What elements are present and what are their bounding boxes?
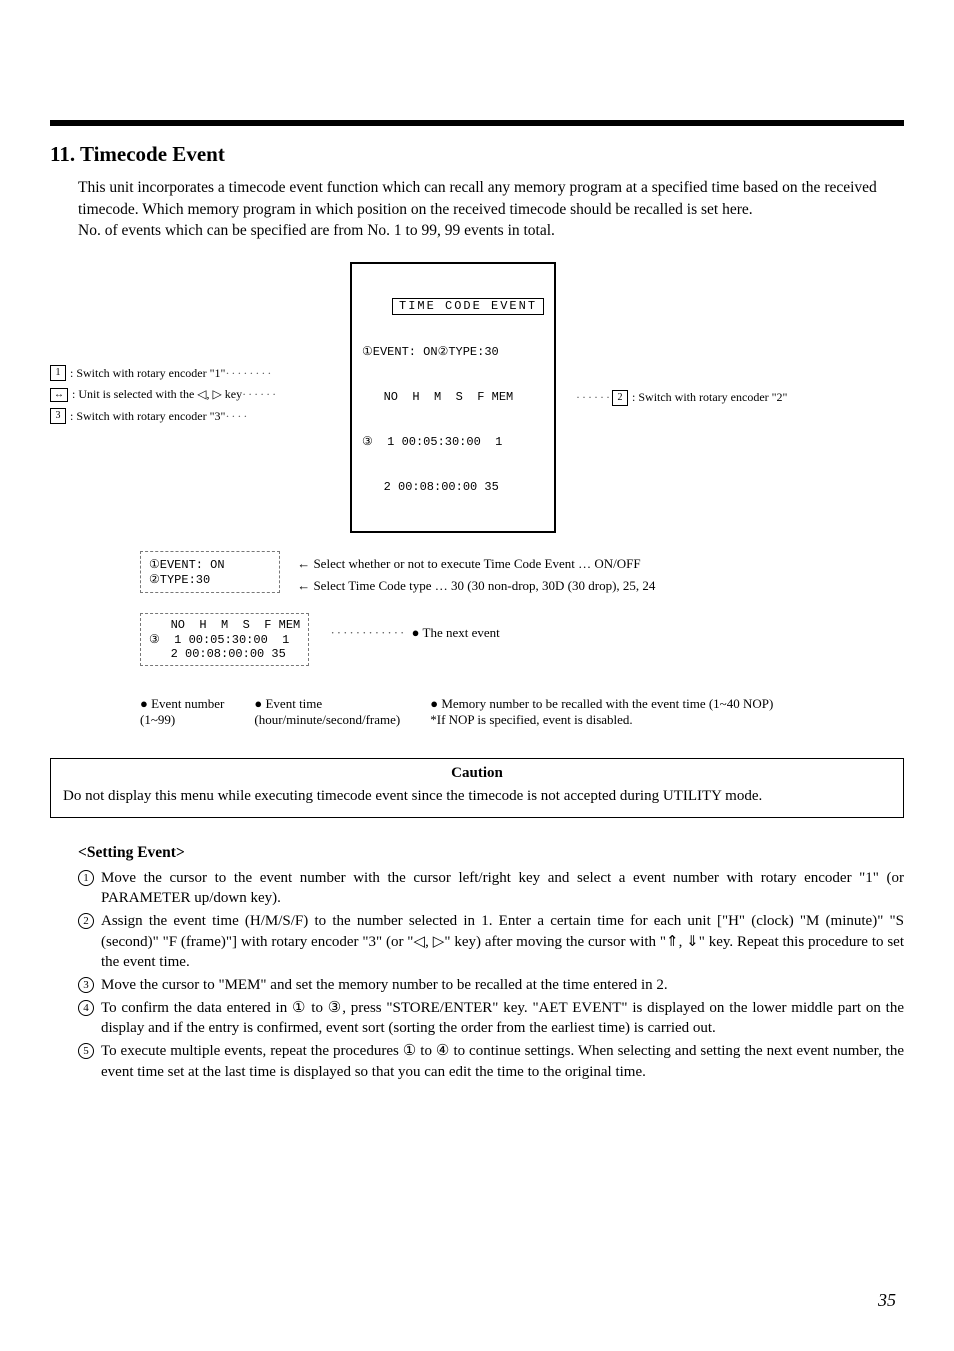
box-type-line: ②TYPE:30 [149, 573, 210, 587]
caution-box: Caution Do not display this menu while e… [50, 758, 904, 817]
circled-3-icon: 3 [78, 977, 94, 993]
step-5: 5To execute multiple events, repeat the … [78, 1041, 904, 1082]
evt-row2: 2 00:08:00:00 35 [149, 647, 286, 661]
label-enc3: : Switch with rotary encoder "3" [70, 409, 225, 424]
b-evttime2: (hour/minute/second/frame) [254, 712, 400, 728]
screen-row1: ③ 1 00:05:30:00 1 [362, 435, 544, 450]
evt-header: NO H M S F MEM [149, 618, 300, 632]
b-mem2: *If NOP is specified, event is disabled. [430, 712, 773, 728]
box-1-icon: 1 [50, 365, 66, 381]
b-mem1: ● Memory number to be recalled with the … [430, 696, 773, 712]
circled-1-icon: 1 [78, 870, 94, 886]
circled-2-icon: 2 [78, 913, 94, 929]
left-callouts: 1: Switch with rotary encoder "1" ······… [50, 365, 350, 430]
bullet-legend: ● Event number (1~99) ● Event time (hour… [140, 696, 904, 728]
step-1: 1Move the cursor to the event number wit… [78, 868, 904, 909]
screen-title: TIME CODE EVENT [392, 298, 544, 315]
screen-line1: ①EVENT: ON②TYPE:30 [362, 345, 544, 360]
step-3: 3Move the cursor to "MEM" and set the me… [78, 975, 904, 996]
steps-list: 1Move the cursor to the event number wit… [78, 868, 904, 1083]
label-arrow: : Unit is selected with the ◁, ▷ key [72, 387, 242, 402]
explain-event: ← Select whether or not to execute Time … [297, 553, 655, 575]
intro-p2: No. of events which can be specified are… [78, 220, 904, 242]
step-4: 4To confirm the data entered in ① to ③, … [78, 998, 904, 1039]
intro-p1: This unit incorporates a timecode event … [78, 177, 904, 220]
box-event-line: ①EVENT: ON [149, 558, 225, 572]
right-callout: ······ 2: Switch with rotary encoder "2" [576, 390, 787, 406]
page-number: 35 [878, 1290, 896, 1311]
event-type-explain: ← Select whether or not to execute Time … [297, 553, 655, 597]
circled-5-icon: 5 [78, 1043, 94, 1059]
section-heading: 11. Timecode Event [50, 142, 904, 167]
intro-block: This unit incorporates a timecode event … [50, 177, 904, 242]
b-evtnum2: (1~99) [140, 712, 224, 728]
next-event-label: ● The next event [412, 625, 500, 640]
lr-arrow-icon: ↔ [50, 388, 68, 402]
event-type-box: ①EVENT: ON ②TYPE:30 [140, 551, 280, 593]
b-evtnum1: ● Event number [140, 696, 224, 712]
explain-type: ← Select Time Code type … 30 (30 non-dro… [297, 575, 655, 597]
box-2-icon: 2 [612, 390, 628, 406]
diagram-area: 1: Switch with rotary encoder "1" ······… [50, 262, 904, 728]
screen-mockup: TIME CODE EVENT ①EVENT: ON②TYPE:30 NO H … [350, 262, 556, 533]
step-2: 2Assign the event time (H/M/S/F) to the … [78, 911, 904, 973]
screen-header: NO H M S F MEM [362, 390, 544, 405]
caution-title: Caution [63, 765, 891, 782]
circled-4-icon: 4 [78, 1000, 94, 1016]
event-rows-box: NO H M S F MEM ③ 1 00:05:30:00 1 2 00:08… [140, 613, 309, 666]
horizontal-rule [50, 120, 904, 126]
caution-text: Do not display this menu while executing… [63, 786, 891, 806]
label-enc2: : Switch with rotary encoder "2" [632, 390, 787, 405]
screen-row2: 2 00:08:00:00 35 [362, 480, 544, 495]
label-enc1: : Switch with rotary encoder "1" [70, 366, 225, 381]
b-evttime1: ● Event time [254, 696, 400, 712]
box-3-icon: 3 [50, 408, 66, 424]
evt-row1: ③ 1 00:05:30:00 1 [149, 633, 289, 647]
setting-heading: <Setting Event> [78, 844, 904, 862]
